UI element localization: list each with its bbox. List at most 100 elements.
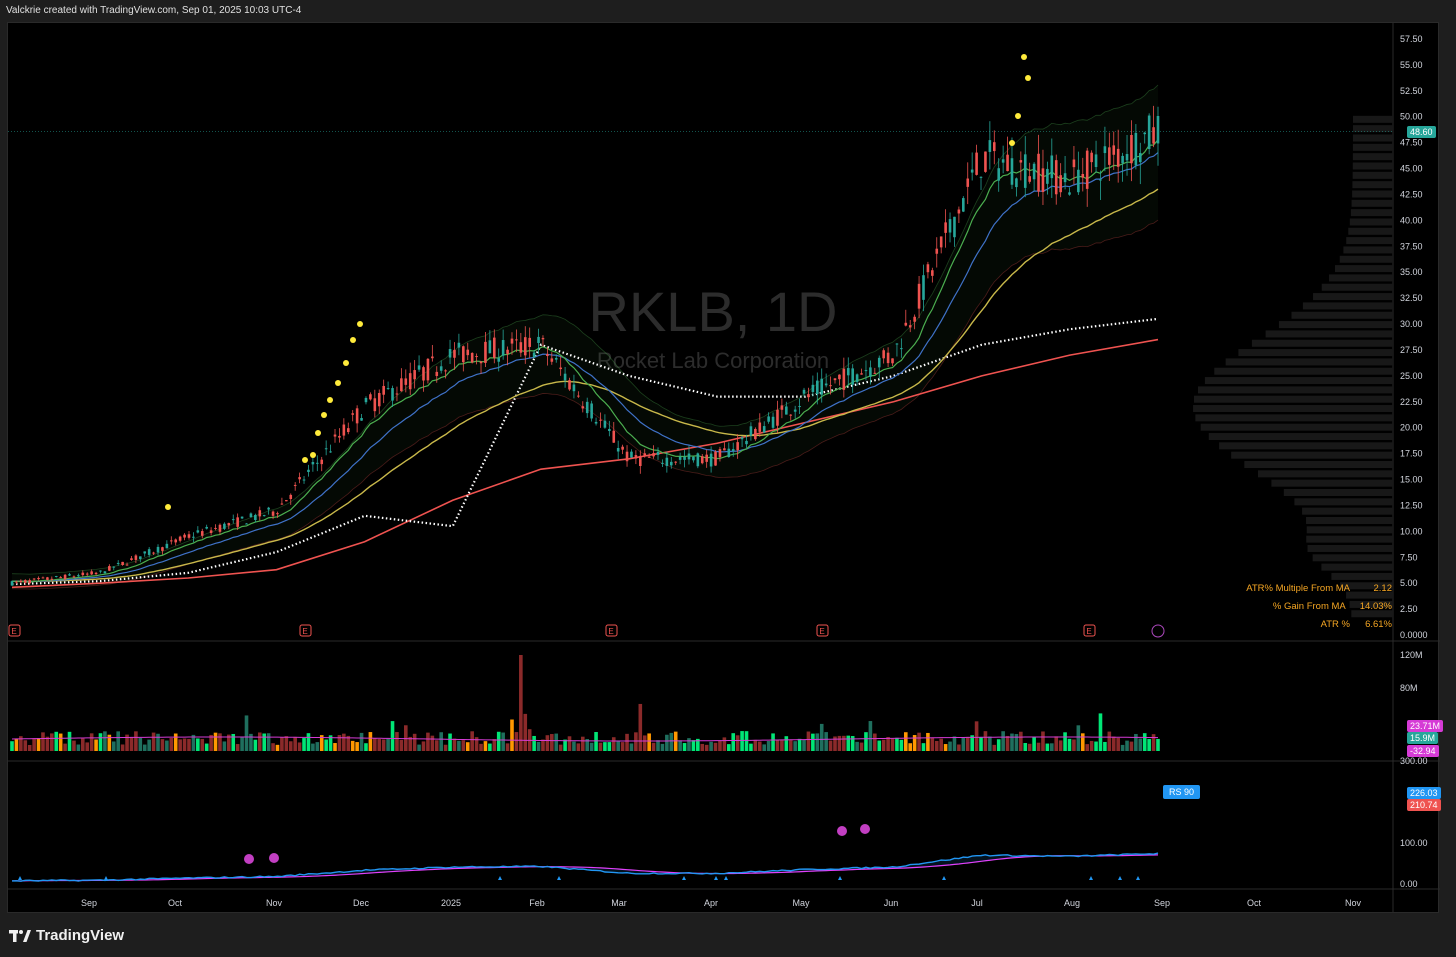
volume-bar <box>284 736 289 751</box>
candle-body <box>280 503 284 505</box>
volume-profile-bar <box>1200 423 1393 431</box>
volume-profile-bar <box>1251 339 1393 347</box>
tradingview-logo[interactable]: TradingView <box>9 927 124 944</box>
volume-bar <box>616 740 620 751</box>
volume-bar <box>753 739 758 751</box>
rs-tick-label: 100.00 <box>1400 838 1428 848</box>
volume-bar <box>182 738 187 751</box>
volume-bar <box>342 733 346 751</box>
time-tick-label: Jul <box>971 898 983 908</box>
chart-frame[interactable]: RKLB, 1D Rocket Lab Corporation 57.50 55.00… <box>7 22 1440 914</box>
candle-body <box>908 325 912 328</box>
price-tick-label: 17.50 <box>1400 449 1423 459</box>
volume-profile-bar <box>1225 358 1393 366</box>
candle-body <box>408 373 412 390</box>
candle-body <box>1063 173 1067 183</box>
volume-bar <box>921 743 926 751</box>
candle-body <box>1050 155 1054 179</box>
volume-profile-bar <box>1195 414 1393 422</box>
price-chart[interactable]: RKLB, 1D Rocket Lab Corporation 57.50 55.00… <box>8 23 1440 914</box>
volume-bar <box>1089 740 1094 751</box>
time-tick-label: Mar <box>611 898 627 908</box>
candle-body <box>1037 153 1040 192</box>
volume-bar <box>173 733 178 751</box>
signal-dot <box>315 430 321 436</box>
volume-bar <box>160 739 165 751</box>
candle-body <box>625 451 629 462</box>
volume-profile-bar <box>1238 349 1393 357</box>
candle-body <box>532 352 536 358</box>
volume-bar <box>541 739 545 751</box>
candle-body <box>320 459 324 465</box>
volume-bar <box>249 733 253 751</box>
candle-body <box>444 370 447 372</box>
candle-body <box>116 562 120 564</box>
candle-body <box>568 380 571 390</box>
volume-bar <box>678 740 682 751</box>
volume-bar <box>572 741 576 751</box>
volume-bar <box>85 742 90 751</box>
volume-bar <box>213 732 218 751</box>
signal-dot <box>1009 140 1015 146</box>
volume-bar <box>793 741 797 751</box>
volume-bar <box>1036 742 1041 751</box>
candle-body <box>745 440 748 445</box>
candle-body <box>262 515 266 517</box>
candle-body <box>594 421 598 424</box>
candle-body <box>1015 178 1018 188</box>
volume-profile-bar <box>1321 283 1393 291</box>
candle-body <box>37 577 40 580</box>
candle-body <box>674 461 678 463</box>
candle-body <box>1054 160 1058 195</box>
volume-profile-bar <box>1352 171 1393 179</box>
volume-profile-bar <box>1352 143 1393 151</box>
candle-body <box>143 551 147 554</box>
signal-dot <box>1021 54 1027 60</box>
volume-profile-bar <box>1306 516 1393 524</box>
candle-body <box>50 578 54 580</box>
candle-body <box>931 270 934 276</box>
volume-ma-badge: 23.71M <box>1407 720 1444 732</box>
rs-triangle-marker <box>838 876 842 880</box>
volume-bar <box>1041 731 1045 751</box>
volume-bar <box>881 739 886 751</box>
volume-profile-bar <box>1349 218 1393 226</box>
volume-bar <box>1005 735 1010 751</box>
candle-body <box>1068 192 1071 195</box>
rs-triangle-marker <box>1089 876 1093 880</box>
candle-body <box>1094 154 1098 168</box>
candle-body <box>917 283 921 309</box>
price-tick-label: 25.00 <box>1400 371 1423 381</box>
candle-body <box>395 393 399 395</box>
candle-body <box>77 575 80 577</box>
rs-triangle-marker <box>724 876 728 880</box>
candle-body <box>103 571 107 574</box>
volume-bar <box>1014 734 1019 751</box>
candle-body <box>431 356 434 359</box>
candle-body <box>643 453 647 456</box>
signal-dot <box>165 504 171 510</box>
rs-signal-dot <box>860 824 870 834</box>
candle-body <box>785 406 788 415</box>
candle-body <box>727 448 731 458</box>
volume-bar <box>545 735 550 751</box>
rs-label-badge: RS 90 <box>1163 785 1201 799</box>
earnings-marker-label: E <box>302 627 307 636</box>
volume-profile-bar <box>1278 321 1393 329</box>
candle-body <box>882 350 885 359</box>
candle-body <box>639 455 642 466</box>
volume-bar <box>837 735 842 751</box>
candle-body <box>1116 148 1120 167</box>
volume-bar <box>1067 738 1072 751</box>
candle-body <box>811 384 815 392</box>
volume-bar <box>988 736 992 751</box>
candle-body <box>351 413 355 415</box>
volume-bar <box>315 742 320 751</box>
candle-body <box>616 447 620 452</box>
volume-profile-bar <box>1352 153 1393 161</box>
candle-body <box>718 449 722 458</box>
candle-body <box>1041 168 1045 192</box>
candle-body <box>988 140 992 152</box>
candle-body <box>23 580 27 583</box>
candle-body <box>1077 169 1080 193</box>
